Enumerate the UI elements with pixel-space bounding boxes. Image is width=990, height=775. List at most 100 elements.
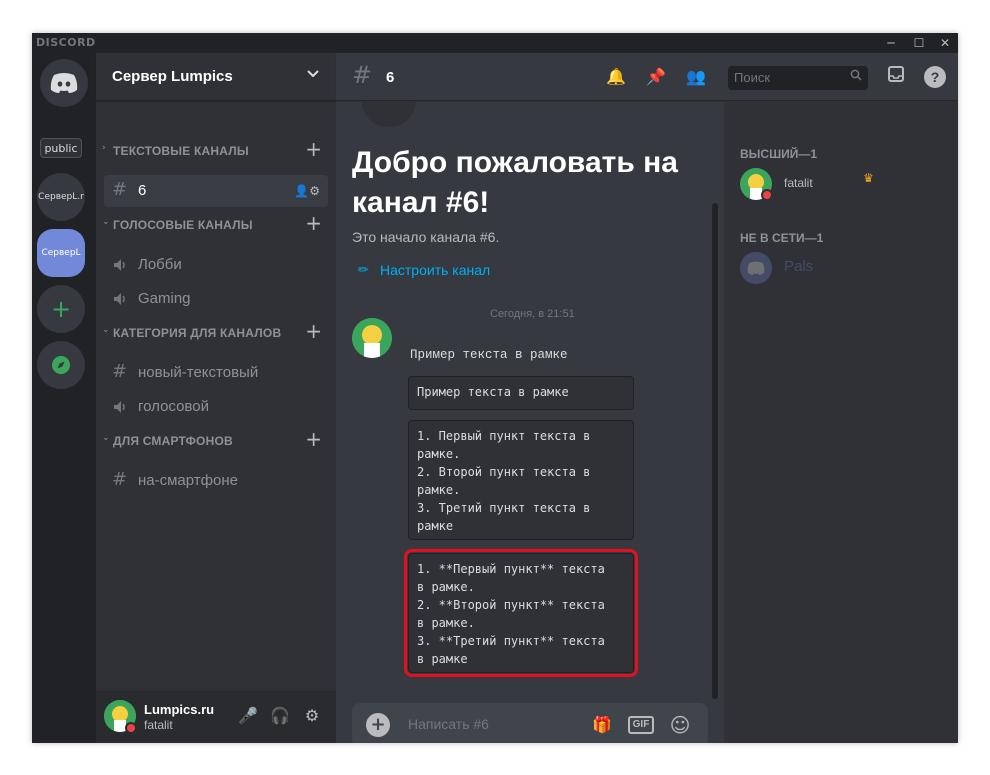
explore-servers-button[interactable] xyxy=(37,341,85,389)
code-block: 1. Первый пункт текста в рамке. 2. Второ… xyxy=(408,420,634,540)
title-bar: DISCORD ─ ☐ ✕ xyxy=(32,33,958,53)
channel-label: новый-текстовый xyxy=(138,364,259,381)
gift-icon[interactable]: 🎁 xyxy=(590,713,614,737)
dnd-status-icon xyxy=(761,189,773,201)
scrollbar[interactable] xyxy=(712,203,718,699)
server-header[interactable]: Сервер Lumpics xyxy=(96,53,336,101)
speaker-icon xyxy=(114,401,125,413)
inbox-icon[interactable] xyxy=(884,65,908,89)
role-group-title: НЕ В СЕТИ—1 xyxy=(740,231,824,245)
welcome-subtitle: Это начало канала #6. xyxy=(352,229,500,245)
text-channel-icon: # xyxy=(112,469,128,490)
customize-channel-label: Настроить канал xyxy=(380,262,491,278)
avatar[interactable] xyxy=(352,318,392,358)
text-channel-icon: # xyxy=(112,361,128,382)
guild-tooltip-public: public xyxy=(40,138,82,158)
emoji-icon[interactable]: ☺ xyxy=(668,713,692,737)
discord-window: DISCORD ─ ☐ ✕ public СерверL.r СерверL +… xyxy=(32,33,958,743)
user-tag: fatalit xyxy=(144,718,173,732)
pencil-icon: ✏ xyxy=(358,262,369,277)
avatar xyxy=(740,252,772,284)
role-group-title: ВЫСШИЙ—1 xyxy=(740,147,818,161)
search-icon xyxy=(850,69,862,85)
search-input[interactable] xyxy=(734,70,844,85)
text-channel-icon: # xyxy=(352,61,373,89)
close-button[interactable]: ✕ xyxy=(932,33,958,53)
app-brand: DISCORD xyxy=(36,36,96,49)
add-channel-icon[interactable]: + xyxy=(305,213,322,233)
channel-gaming[interactable]: Gaming xyxy=(104,283,328,315)
channel-new-text[interactable]: # новый-текстовый xyxy=(104,357,328,389)
add-server-button[interactable]: + xyxy=(37,285,85,333)
speaker-icon xyxy=(114,293,125,305)
channel-label: на-смартфоне xyxy=(138,472,238,489)
category-label: КАТЕГОРИЯ ДЛЯ КАНАЛОВ xyxy=(113,326,282,340)
maximize-button[interactable]: ☐ xyxy=(906,33,932,53)
guild-serverl-active[interactable]: СерверL xyxy=(37,229,85,277)
message-text: Пример текста в рамке xyxy=(410,348,568,362)
attach-plus-icon[interactable]: + xyxy=(366,713,390,737)
chevron-down-icon: ⌄ xyxy=(102,433,110,443)
channel-6[interactable]: # 6 👤⚙ xyxy=(104,175,328,207)
help-icon[interactable]: ? xyxy=(924,66,946,88)
channel-avatar xyxy=(362,101,416,127)
category-for-channels[interactable]: ⌄ КАТЕГОРИЯ ДЛЯ КАНАЛОВ + xyxy=(96,321,336,342)
microphone-icon[interactable]: 🎤 xyxy=(236,704,260,728)
category-label: ГОЛОСОВЫЕ КАНАЛЫ xyxy=(113,218,253,232)
member-name: Pals xyxy=(784,258,814,275)
server-name: Сервер Lumpics xyxy=(112,68,233,85)
message-composer: + 🎁 GIF ☺ xyxy=(352,703,708,743)
channel-smartphone[interactable]: # на-смартфоне xyxy=(104,465,328,497)
pin-icon[interactable]: 📌 xyxy=(644,65,668,89)
chevron-down-icon xyxy=(306,67,320,85)
chevron-right-icon: › xyxy=(102,143,106,153)
channel-voice[interactable]: голосовой xyxy=(104,391,328,423)
crown-icon: ♛ xyxy=(863,171,874,185)
category-smartphones[interactable]: ⌄ ДЛЯ СМАРТФОНОВ + xyxy=(96,429,336,450)
chat-area: # 6 🔔 📌 👥 Добро пожаловать на канал #6! … xyxy=(336,53,724,743)
chevron-down-icon: ⌄ xyxy=(102,325,110,335)
add-channel-icon[interactable]: + xyxy=(305,139,322,159)
guild-serverl-r[interactable]: СерверL.r xyxy=(37,173,85,221)
category-text-channels[interactable]: › ТЕКСТОВЫЕ КАНАЛЫ + xyxy=(96,139,336,160)
category-voice-channels[interactable]: ⌄ ГОЛОСОВЫЕ КАНАЛЫ + xyxy=(96,213,336,234)
channel-label: Лобби xyxy=(138,256,182,273)
invite-settings-icons[interactable]: 👤⚙ xyxy=(294,184,320,198)
discord-logo-icon xyxy=(50,73,78,93)
text-channel-icon: # xyxy=(112,179,128,200)
member-item-offline[interactable]: Pals xyxy=(732,247,950,289)
member-name: fatalit xyxy=(784,176,813,190)
chevron-down-icon: ⌄ xyxy=(102,217,110,227)
highlight-frame xyxy=(404,549,638,677)
add-channel-icon[interactable]: + xyxy=(305,429,322,449)
search-field[interactable] xyxy=(728,66,868,90)
message-timestamp: Сегодня, в 21:51 xyxy=(490,308,575,320)
channel-sidebar: Сервер Lumpics › ТЕКСТОВЫЕ КАНАЛЫ + # 6 … xyxy=(96,53,336,743)
guild-list: public СерверL.r СерверL + xyxy=(32,53,96,743)
compass-icon xyxy=(52,356,70,374)
dnd-status-icon xyxy=(125,722,137,734)
minimize-button[interactable]: ─ xyxy=(878,33,904,53)
message-input[interactable] xyxy=(408,716,578,732)
channel-lobby[interactable]: Лобби xyxy=(104,249,328,281)
gear-icon[interactable]: ⚙ xyxy=(300,704,324,728)
channel-title: 6 xyxy=(386,69,395,86)
add-channel-icon[interactable]: + xyxy=(305,321,322,341)
channel-label: 6 xyxy=(138,182,147,199)
channel-label: Gaming xyxy=(138,290,191,307)
gif-button[interactable]: GIF xyxy=(628,716,654,734)
home-button[interactable] xyxy=(40,59,88,107)
channel-label: голосовой xyxy=(138,398,209,415)
code-block: Пример текста в рамке xyxy=(408,376,634,410)
member-item-fatalit[interactable]: fatalit ♛ xyxy=(732,163,950,205)
member-list: ? ВЫСШИЙ—1 fatalit ♛ НЕ В СЕТИ—1 Pals xyxy=(724,53,958,743)
bell-icon[interactable]: 🔔 xyxy=(604,65,628,89)
headphones-icon[interactable]: 🎧 xyxy=(268,704,292,728)
search-bar: ? xyxy=(724,53,958,101)
category-label: ДЛЯ СМАРТФОНОВ xyxy=(113,434,233,448)
speaker-icon xyxy=(114,259,125,271)
category-label: ТЕКСТОВЫЕ КАНАЛЫ xyxy=(113,144,249,158)
welcome-title: Добро пожаловать на канал #6! xyxy=(352,146,678,219)
members-icon[interactable]: 👥 xyxy=(684,65,708,89)
user-name: Lumpics.ru xyxy=(144,702,215,717)
